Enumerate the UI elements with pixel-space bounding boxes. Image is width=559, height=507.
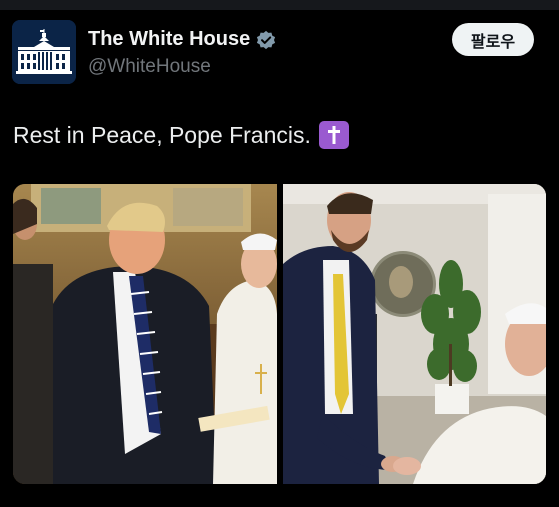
photo-left-image: [13, 184, 277, 484]
top-status-bar: [0, 0, 559, 10]
follow-button[interactable]: 팔로우: [452, 23, 534, 56]
account-handle[interactable]: @WhiteHouse: [88, 56, 211, 78]
photo-right-image: [283, 184, 546, 484]
media-grid[interactable]: [13, 184, 546, 484]
verified-badge-icon: [257, 30, 276, 49]
photo-left[interactable]: [13, 184, 277, 484]
account-name-row[interactable]: The White House: [88, 28, 276, 51]
post-text: Rest in Peace, Pope Francis.: [13, 121, 349, 149]
avatar[interactable]: [12, 20, 76, 84]
display-name[interactable]: The White House: [88, 28, 250, 51]
white-house-logo-icon: [12, 20, 76, 84]
latin-cross-icon: [318, 121, 349, 149]
post-text-body: Rest in Peace, Pope Francis.: [13, 121, 311, 148]
photo-right[interactable]: [283, 184, 546, 484]
